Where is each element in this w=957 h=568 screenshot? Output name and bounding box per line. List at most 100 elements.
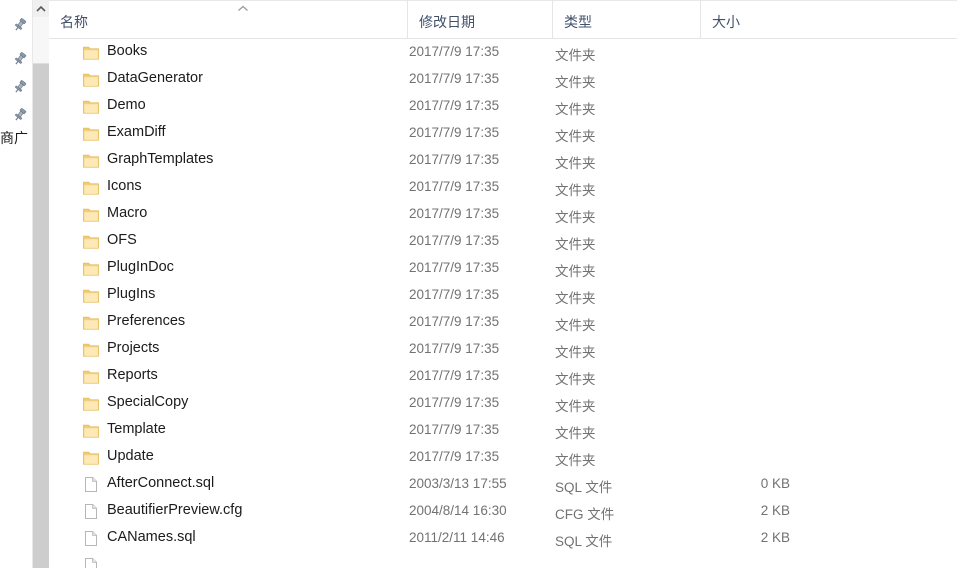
file-name: Icons	[107, 178, 142, 194]
table-row[interactable]: OFS 2017/7/9 17:35 文件夹	[49, 228, 957, 255]
document-icon	[85, 531, 97, 546]
file-type: 文件夹	[555, 399, 596, 414]
scrollbar-thumb[interactable]	[33, 63, 49, 568]
file-name: GraphTemplates	[107, 151, 214, 167]
pin-icon	[15, 108, 27, 121]
file-name: Books	[107, 43, 148, 59]
file-type: 文件夹	[555, 345, 596, 360]
folder-icon	[83, 235, 99, 249]
file-date-modified: 2003/3/13 17:55	[409, 476, 507, 491]
file-name: ExamDiff	[107, 124, 166, 140]
file-date-modified: 2017/7/9 17:35	[409, 152, 500, 167]
pin-icon	[15, 52, 27, 65]
folder-icon	[83, 262, 99, 276]
nav-item-3[interactable]	[0, 104, 31, 126]
file-name: DataGenerator	[107, 70, 203, 86]
folder-icon	[83, 73, 99, 87]
vertical-scrollbar[interactable]	[32, 0, 49, 568]
column-header-label-name: 名称	[60, 14, 88, 30]
file-type: CFG 文件	[555, 507, 615, 522]
file-type: 文件夹	[555, 291, 596, 306]
column-header-date[interactable]: 修改日期	[407, 0, 552, 38]
table-row[interactable]: Books 2017/7/9 17:35 文件夹	[49, 39, 957, 66]
folder-icon	[83, 343, 99, 357]
file-date-modified: 2017/7/9 17:35	[409, 314, 500, 329]
table-row[interactable]: BeautifierPreview.cfg 2004/8/14 16:30 CFG …	[49, 498, 957, 525]
nav-item-2[interactable]	[0, 76, 31, 98]
table-row[interactable]: CANames.sql 2011/2/11 14:46 SQL 文件 2 KB	[49, 525, 957, 552]
folder-icon	[83, 370, 99, 384]
file-type: 文件夹	[555, 102, 596, 117]
table-row[interactable]: Reports 2017/7/9 17:35 文件夹	[49, 363, 957, 390]
table-row[interactable]: Preferences 2017/7/9 17:35 文件夹	[49, 309, 957, 336]
file-type: 文件夹	[555, 183, 596, 198]
document-icon	[85, 558, 97, 568]
column-header-label-size: 大小	[712, 14, 740, 30]
column-header-size[interactable]: 大小	[700, 0, 800, 38]
table-row[interactable]: PlugInDoc 2017/7/9 17:35 文件夹	[49, 255, 957, 282]
file-size: 2 KB	[760, 503, 790, 518]
folder-icon	[83, 46, 99, 60]
table-row[interactable]: Demo 2017/7/9 17:35 文件夹	[49, 93, 957, 120]
column-header-type[interactable]: 类型	[552, 0, 700, 38]
table-row[interactable]: PlugIns 2017/7/9 17:35 文件夹	[49, 282, 957, 309]
folder-icon	[83, 289, 99, 303]
file-name: Macro	[107, 205, 148, 221]
file-date-modified: 2017/7/9 17:35	[409, 287, 500, 302]
navigation-pane: 机商广	[0, 0, 31, 568]
nav-item-0[interactable]	[0, 14, 31, 36]
table-row[interactable]: GraphTemplates 2017/7/9 17:35 文件夹	[49, 147, 957, 174]
nav-item-1[interactable]	[0, 48, 31, 70]
table-row[interactable]: SpecialCopy 2017/7/9 17:35 文件夹	[49, 390, 957, 417]
file-date-modified: 2017/7/9 17:35	[409, 422, 500, 437]
table-row[interactable]	[49, 552, 957, 568]
nav-item-clipped-label[interactable]: 机商广	[0, 128, 31, 148]
table-row[interactable]: Template 2017/7/9 17:35 文件夹	[49, 417, 957, 444]
scroll-up-button[interactable]	[33, 0, 49, 17]
file-name: Projects	[107, 340, 160, 356]
folder-icon	[83, 424, 99, 438]
folder-icon	[83, 100, 99, 114]
table-row[interactable]: Icons 2017/7/9 17:35 文件夹	[49, 174, 957, 201]
file-type: 文件夹	[555, 210, 596, 225]
document-icon	[85, 477, 97, 492]
file-date-modified: 2017/7/9 17:35	[409, 206, 500, 221]
file-name: CANames.sql	[107, 529, 196, 545]
file-type: 文件夹	[555, 453, 596, 468]
file-type: 文件夹	[555, 426, 596, 441]
file-date-modified: 2011/2/11 14:46	[409, 530, 505, 545]
scrollbar-track[interactable]	[33, 17, 49, 63]
folder-icon	[83, 208, 99, 222]
column-header-name[interactable]: 名称	[49, 0, 407, 38]
file-size: 0 KB	[760, 476, 790, 491]
file-type: SQL 文件	[555, 534, 613, 549]
table-row[interactable]: Macro 2017/7/9 17:35 文件夹	[49, 201, 957, 228]
table-row[interactable]: DataGenerator 2017/7/9 17:35 文件夹	[49, 66, 957, 93]
table-row[interactable]: ExamDiff 2017/7/9 17:35 文件夹	[49, 120, 957, 147]
file-name: OFS	[107, 232, 137, 248]
file-type: 文件夹	[555, 48, 596, 63]
file-date-modified: 2017/7/9 17:35	[409, 98, 500, 113]
column-header-label-type: 类型	[564, 14, 592, 30]
file-name: PlugIns	[107, 286, 156, 302]
pin-icon	[15, 80, 27, 93]
file-date-modified: 2017/7/9 17:35	[409, 449, 500, 464]
file-size: 2 KB	[760, 530, 790, 545]
file-name: SpecialCopy	[107, 394, 189, 410]
file-date-modified: 2017/7/9 17:35	[409, 233, 500, 248]
file-name: Preferences	[107, 313, 186, 329]
file-name: Demo	[107, 97, 146, 113]
file-list-rows: Books 2017/7/9 17:35 文件夹 DataGenerator 2017/…	[49, 39, 957, 568]
table-row[interactable]: Projects 2017/7/9 17:35 文件夹	[49, 336, 957, 363]
file-name: BeautifierPreview.cfg	[107, 502, 243, 518]
table-row[interactable]: AfterConnect.sql 2003/3/13 17:55 SQL 文件 0 K…	[49, 471, 957, 498]
file-type: 文件夹	[555, 237, 596, 252]
file-date-modified: 2017/7/9 17:35	[409, 71, 500, 86]
file-type: 文件夹	[555, 75, 596, 90]
folder-icon	[83, 181, 99, 195]
column-header-label-date: 修改日期	[419, 14, 475, 30]
chevron-up-icon	[36, 6, 46, 12]
table-row[interactable]: Update 2017/7/9 17:35 文件夹	[49, 444, 957, 471]
folder-icon	[83, 154, 99, 168]
file-date-modified: 2017/7/9 17:35	[409, 179, 500, 194]
